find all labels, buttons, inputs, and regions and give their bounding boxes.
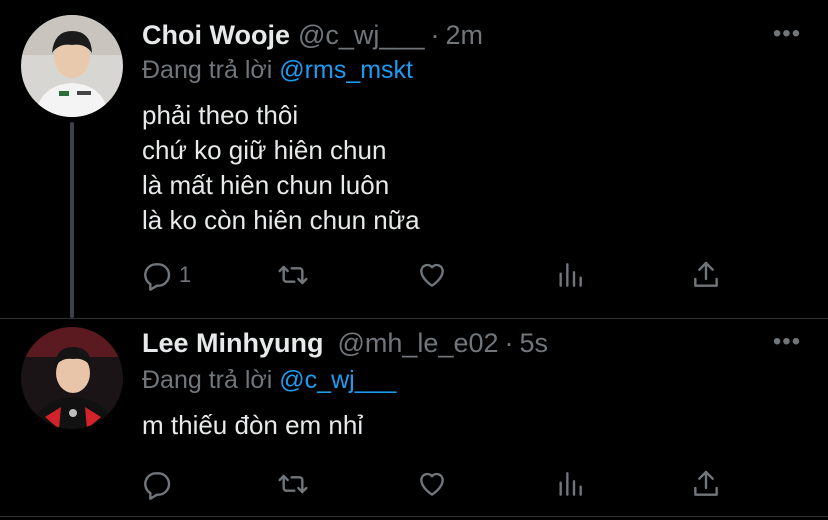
share-button[interactable] [690, 257, 722, 293]
stats-icon [559, 472, 582, 496]
retweet-button[interactable] [277, 466, 309, 502]
tweet-line: m thiếu đòn em nhỉ [142, 410, 364, 440]
user-handle[interactable]: @mh_le_e02 [338, 328, 499, 358]
reply-count: 1 [179, 262, 192, 287]
replying-to: Đang trả lời @rms_mskt [142, 54, 413, 86]
heart-icon [420, 263, 444, 287]
separator: · [504, 328, 514, 358]
tweet[interactable]: Lee Minhyung @mh_le_e02 · 5s ••• Đang trả l… [0, 318, 828, 520]
avatar[interactable] [21, 15, 123, 117]
share-button[interactable] [690, 466, 722, 502]
tweet-text: m thiếu đòn em nhỉ [142, 408, 363, 443]
like-button[interactable] [416, 257, 448, 293]
action-bar: 1 [0, 257, 828, 293]
tweet-divider [0, 516, 828, 517]
share-icon [694, 261, 718, 287]
tweet-line: phải theo thôi [142, 100, 299, 130]
tweet-header: Lee Minhyung @mh_le_e02 · 5s [142, 326, 768, 360]
reply-button[interactable] [141, 466, 179, 502]
reply-button[interactable]: 1 [141, 257, 191, 293]
stats-button[interactable] [554, 466, 586, 502]
more-options-icon[interactable]: ••• [772, 330, 802, 354]
tweet-line: là mất hiên chun luôn [142, 170, 390, 200]
separator: · [430, 20, 440, 50]
tweet-line: chứ ko giữ hiên chun [142, 135, 387, 165]
tweet-header: Choi Wooje @c_wj___ · 2m [142, 18, 768, 52]
stats-icon [559, 263, 582, 287]
user-handle[interactable]: @c_wj___ [298, 20, 424, 50]
retweet-icon [278, 474, 308, 494]
reply-icon [144, 472, 171, 500]
retweet-button[interactable] [277, 257, 309, 293]
tweet[interactable]: Choi Wooje @c_wj___ · 2m ••• Đang trả lời @… [0, 0, 828, 318]
replying-prefix: Đang trả lời [142, 56, 273, 84]
heart-icon [420, 472, 444, 496]
replying-mention[interactable]: @rms_mskt [279, 56, 413, 84]
tweet-text: phải theo thôi chứ ko giữ hiên chun là m… [142, 98, 420, 238]
timestamp[interactable]: 2m [445, 20, 483, 50]
action-bar [0, 466, 828, 502]
share-icon [694, 470, 718, 496]
timestamp[interactable]: 5s [520, 328, 549, 358]
display-name[interactable]: Choi Wooje [142, 20, 290, 50]
replying-to: Đang trả lời @c_wj___ [142, 364, 396, 396]
display-name[interactable]: Lee Minhyung [142, 328, 324, 358]
like-button[interactable] [416, 466, 448, 502]
stats-button[interactable] [554, 257, 586, 293]
reply-icon [144, 263, 171, 291]
tweet-line: là ko còn hiên chun nữa [142, 205, 420, 235]
replying-prefix: Đang trả lời [142, 366, 273, 394]
replying-mention[interactable]: @c_wj___ [279, 366, 396, 394]
more-options-icon[interactable]: ••• [772, 22, 802, 46]
retweet-icon [278, 265, 308, 285]
avatar[interactable] [21, 327, 123, 429]
